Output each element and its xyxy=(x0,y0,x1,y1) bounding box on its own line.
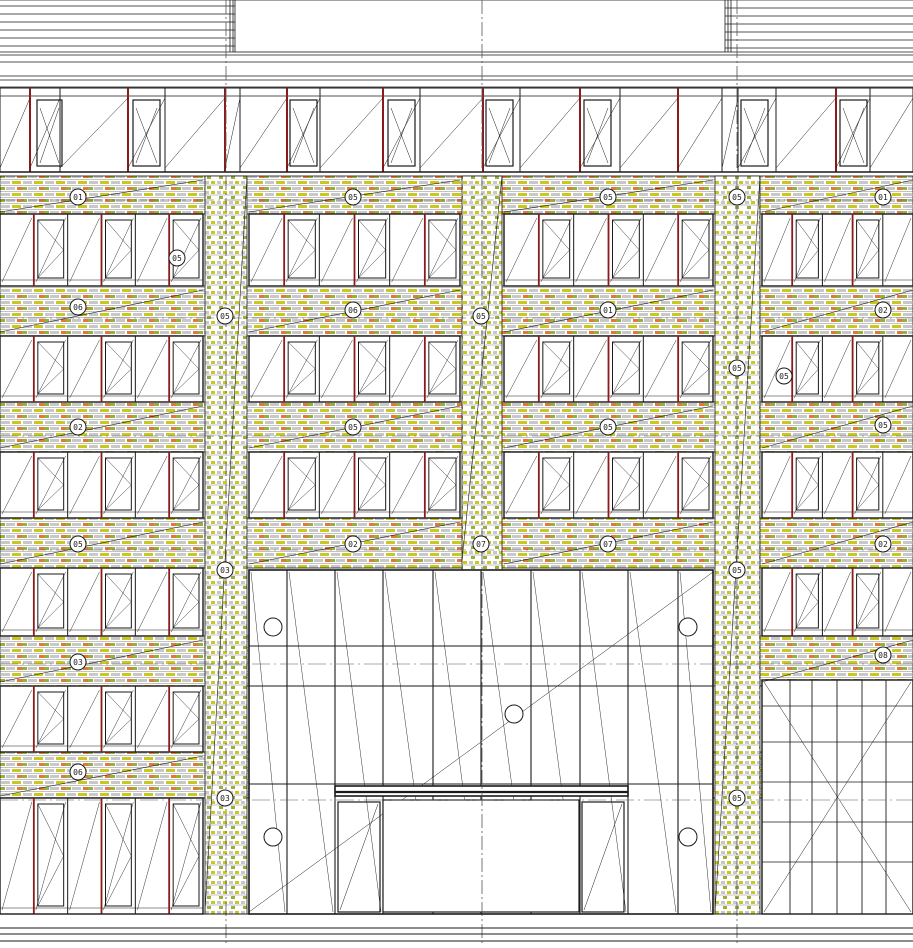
attic-opening-diagonal xyxy=(286,97,321,169)
tag-label: 05 xyxy=(732,193,742,202)
tag-label: 03 xyxy=(220,566,230,575)
tag-label: 06 xyxy=(73,303,83,312)
tag-label: 07 xyxy=(603,540,613,549)
spider-fitting-marker xyxy=(263,617,283,637)
brick-spandrel xyxy=(0,401,913,453)
attic-opening-window xyxy=(839,99,868,167)
tag-label: 01 xyxy=(73,193,83,202)
ground-line xyxy=(0,913,913,942)
tag-label: 05 xyxy=(779,372,789,381)
attic-opening-diagonal xyxy=(721,97,739,169)
attic-opening-diagonal xyxy=(619,97,679,169)
attic-opening-diagonal xyxy=(835,97,871,169)
attic-opening-diagonal xyxy=(319,97,384,169)
attic-opening-diagonal xyxy=(239,97,288,169)
tag-label: 01 xyxy=(603,306,613,315)
tag-label: 05 xyxy=(732,566,742,575)
attic-opening-window xyxy=(583,99,612,167)
spider-fitting-marker xyxy=(678,827,698,847)
tag-label: 05 xyxy=(603,193,613,202)
attic-opening-diagonal xyxy=(677,97,723,169)
tag-label: 06 xyxy=(348,306,358,315)
attic-opening-diagonal xyxy=(0,97,31,169)
spider-fitting-marker xyxy=(504,704,524,724)
tag-label: 05 xyxy=(878,421,888,430)
entrance-opening xyxy=(382,799,580,913)
tag-label: 06 xyxy=(73,768,83,777)
tag-label: 05 xyxy=(73,540,83,549)
tag-label: 03 xyxy=(220,794,230,803)
attic-opening-diagonal xyxy=(579,97,621,169)
tag-label: 08 xyxy=(878,651,888,660)
tag-label: 05 xyxy=(220,312,230,321)
tag-label: 05 xyxy=(348,193,358,202)
attic-opening-diagonal xyxy=(164,97,226,169)
attic-opening-diagonal xyxy=(482,97,521,169)
tag-label: 05 xyxy=(732,364,742,373)
attic-opening-diagonal xyxy=(869,97,913,169)
tag-label: 01 xyxy=(878,193,888,202)
spider-fitting-marker xyxy=(678,617,698,637)
attic-opening-window xyxy=(740,99,769,167)
attic-opening-diagonal xyxy=(419,97,484,169)
spider-fitting-marker xyxy=(263,827,283,847)
tag-label: 02 xyxy=(73,423,83,432)
attic-opening-diagonal xyxy=(224,97,241,169)
attic-window-band xyxy=(0,87,913,173)
tag-label: 02 xyxy=(348,540,358,549)
brick-spandrel xyxy=(0,285,913,337)
tag-label: 05 xyxy=(476,312,486,321)
attic-opening-diagonal xyxy=(775,97,837,169)
attic-opening-diagonal xyxy=(59,97,129,169)
roof-structure xyxy=(0,0,913,88)
tag-label: 05 xyxy=(348,423,358,432)
tag-label: 07 xyxy=(476,540,486,549)
tag-label: 02 xyxy=(878,306,888,315)
tag-label: 05 xyxy=(603,423,613,432)
attic-opening-diagonal xyxy=(519,97,581,169)
attic-opening-diagonal xyxy=(29,97,61,169)
attic-opening-window xyxy=(485,99,514,167)
attic-opening-diagonal xyxy=(737,97,777,169)
brick-spandrel xyxy=(0,517,913,569)
tag-label: 05 xyxy=(172,254,182,263)
brick-spandrel xyxy=(0,175,913,215)
tag-label: 03 xyxy=(73,658,83,667)
elevation-svg: 01 05 05 05 01 05 06 05 06 05 01 02 05 05 02 05 05 05 05 02… xyxy=(0,0,913,944)
tag-label: 02 xyxy=(878,540,888,549)
tag-label: 05 xyxy=(732,794,742,803)
facade-elevation-drawing: 01 05 05 05 01 05 06 05 06 05 01 02 05 05 02 05 05 05 05 02… xyxy=(0,0,913,944)
